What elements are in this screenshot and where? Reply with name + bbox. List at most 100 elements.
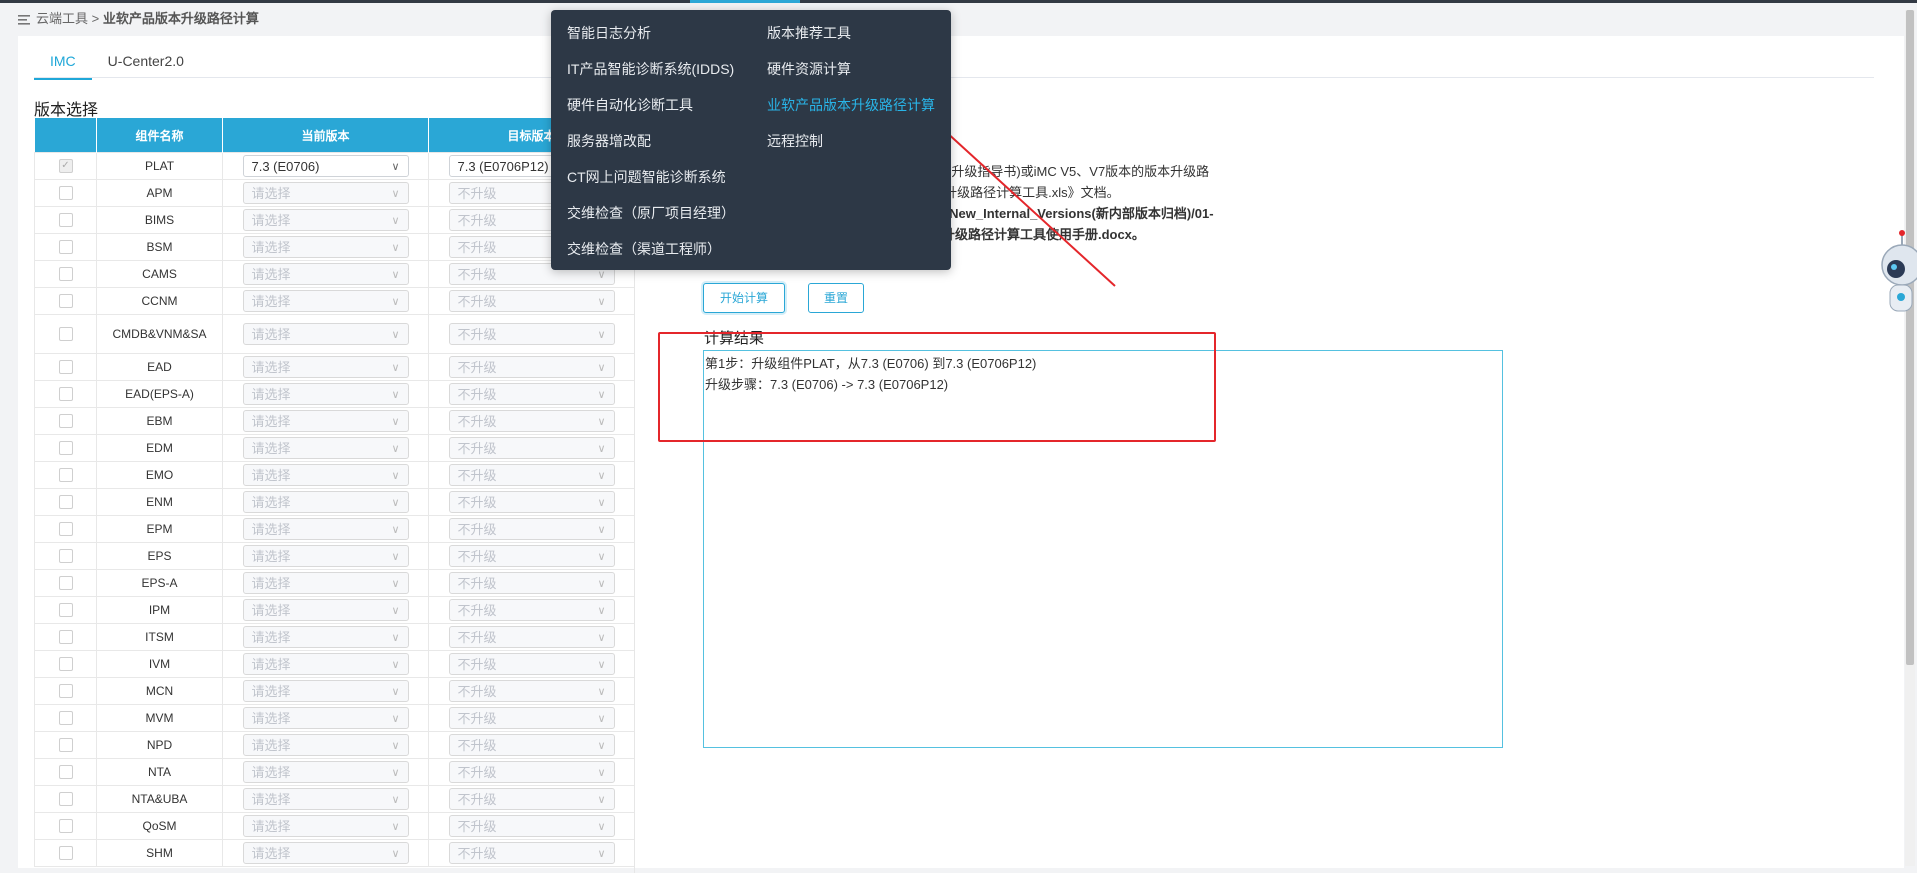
target-version-select[interactable]: 不升级 ∨	[448, 437, 615, 459]
menu-item-hw-diagnosis[interactable]: 硬件自动化诊断工具	[567, 95, 693, 115]
target-version-select[interactable]: 不升级 ∨	[448, 290, 615, 312]
current-version-cell: 请选择 ∨	[222, 206, 429, 234]
row-checkbox[interactable]	[58, 495, 73, 510]
row-checkbox[interactable]	[58, 186, 73, 201]
tab-imc[interactable]: IMC	[34, 48, 92, 80]
row-checkbox[interactable]	[58, 738, 73, 753]
target-version-select[interactable]: 不升级 ∨	[448, 323, 615, 345]
scrollbar-thumb[interactable]	[1906, 10, 1914, 665]
current-version-select[interactable]: 请选择 ∨	[242, 182, 409, 204]
current-version-select[interactable]: 7.3 (E0706) ∨	[242, 155, 409, 177]
row-checkbox[interactable]	[58, 630, 73, 645]
row-checkbox[interactable]	[58, 387, 73, 402]
target-version-select[interactable]: 不升级 ∨	[448, 653, 615, 675]
menu-item-handover-pm[interactable]: 交维检查（原厂项目经理）	[567, 203, 735, 223]
row-checkbox-cell	[34, 542, 97, 570]
row-checkbox[interactable]	[58, 603, 73, 618]
current-version-select[interactable]: 请选择 ∨	[242, 209, 409, 231]
row-checkbox[interactable]	[58, 711, 73, 726]
current-version-select[interactable]: 请选择 ∨	[242, 545, 409, 567]
menu-item-remote-control[interactable]: 远程控制	[767, 131, 823, 151]
version-table-container[interactable]: 组件名称 当前版本 目标版本 ✓ PLAT 7.3 (E0706) ∨ 7.3 (E07…	[34, 118, 635, 873]
row-checkbox[interactable]	[58, 360, 73, 375]
current-version-select[interactable]: 请选择 ∨	[242, 437, 409, 459]
assistant-robot-icon[interactable]	[1868, 225, 1917, 330]
current-version-select[interactable]: 请选择 ∨	[242, 491, 409, 513]
current-version-select[interactable]: 请选择 ∨	[242, 707, 409, 729]
component-name: APM	[96, 179, 223, 207]
target-version-select[interactable]: 不升级 ∨	[448, 707, 615, 729]
start-calculation-button[interactable]: 开始计算	[703, 283, 785, 313]
target-version-select[interactable]: 不升级 ∨	[448, 734, 615, 756]
menu-item-upgrade-path[interactable]: 业软产品版本升级路径计算	[767, 95, 935, 115]
tab-u-center[interactable]: U-Center2.0	[92, 48, 200, 78]
row-checkbox[interactable]	[58, 792, 73, 807]
current-version-select[interactable]: 请选择 ∨	[242, 290, 409, 312]
current-version-select[interactable]: 请选择 ∨	[242, 842, 409, 864]
current-version-select[interactable]: 请选择 ∨	[242, 653, 409, 675]
row-checkbox[interactable]	[58, 657, 73, 672]
menu-item-log-analysis[interactable]: 智能日志分析	[567, 23, 651, 43]
result-box[interactable]: 第1步：升级组件PLAT，从7.3 (E0706) 到7.3 (E0706P12…	[703, 350, 1503, 748]
target-version-select[interactable]: 不升级 ∨	[448, 410, 615, 432]
current-version-select[interactable]: 请选择 ∨	[242, 761, 409, 783]
row-checkbox[interactable]	[58, 819, 73, 834]
current-version-select[interactable]: 请选择 ∨	[242, 599, 409, 621]
target-version-select[interactable]: 不升级 ∨	[448, 572, 615, 594]
current-version-select[interactable]: 请选择 ∨	[242, 572, 409, 594]
current-version-select[interactable]: 请选择 ∨	[242, 518, 409, 540]
current-version-select[interactable]: 请选择 ∨	[242, 815, 409, 837]
row-checkbox[interactable]	[58, 294, 73, 309]
target-version-select[interactable]: 不升级 ∨	[448, 518, 615, 540]
menu-lines-icon[interactable]	[18, 14, 30, 25]
row-checkbox[interactable]	[58, 549, 73, 564]
menu-item-server-config[interactable]: 服务器增改配	[567, 131, 651, 151]
current-version-select[interactable]: 请选择 ∨	[242, 383, 409, 405]
current-version-select[interactable]: 请选择 ∨	[242, 236, 409, 258]
row-checkbox[interactable]	[58, 765, 73, 780]
breadcrumb-parent[interactable]: 云端工具	[36, 11, 88, 26]
target-version-select[interactable]: 不升级 ∨	[448, 383, 615, 405]
target-version-select[interactable]: 不升级 ∨	[448, 626, 615, 648]
menu-item-version-recommend[interactable]: 版本推荐工具	[767, 23, 851, 43]
current-version-select[interactable]: 请选择 ∨	[242, 788, 409, 810]
current-version-select[interactable]: 请选择 ∨	[242, 410, 409, 432]
row-checkbox[interactable]	[58, 327, 73, 342]
page-scrollbar[interactable]	[1905, 10, 1915, 866]
current-version-select[interactable]: 请选择 ∨	[242, 323, 409, 345]
current-version-select[interactable]: 请选择 ∨	[242, 263, 409, 285]
target-version-select[interactable]: 不升级 ∨	[448, 680, 615, 702]
target-version-select[interactable]: 不升级 ∨	[448, 815, 615, 837]
row-checkbox[interactable]	[58, 267, 73, 282]
row-checkbox[interactable]: ✓	[58, 159, 73, 174]
target-version-select[interactable]: 不升级 ∨	[448, 356, 615, 378]
target-version-select[interactable]: 不升级 ∨	[448, 491, 615, 513]
row-checkbox[interactable]	[58, 576, 73, 591]
target-version-select[interactable]: 不升级 ∨	[448, 842, 615, 864]
row-checkbox[interactable]	[58, 684, 73, 699]
current-version-select[interactable]: 请选择 ∨	[242, 626, 409, 648]
menu-item-handover-channel[interactable]: 交维检查（渠道工程师）	[567, 239, 721, 259]
current-version-select[interactable]: 请选择 ∨	[242, 356, 409, 378]
row-checkbox[interactable]	[58, 441, 73, 456]
menu-item-idds[interactable]: IT产品智能诊断系统(IDDS)	[567, 59, 734, 79]
row-checkbox[interactable]	[58, 213, 73, 228]
current-version-select[interactable]: 请选择 ∨	[242, 680, 409, 702]
target-version-value: 不升级	[457, 522, 497, 537]
target-version-select[interactable]: 不升级 ∨	[448, 599, 615, 621]
table-row: ✓ PLAT 7.3 (E0706) ∨ 7.3 (E0706P12) ∨	[34, 152, 634, 180]
row-checkbox[interactable]	[58, 846, 73, 861]
target-version-select[interactable]: 不升级 ∨	[448, 545, 615, 567]
row-checkbox[interactable]	[58, 468, 73, 483]
row-checkbox[interactable]	[58, 414, 73, 429]
menu-item-hw-resource[interactable]: 硬件资源计算	[767, 59, 851, 79]
row-checkbox[interactable]	[58, 240, 73, 255]
reset-button[interactable]: 重置	[808, 283, 864, 313]
current-version-select[interactable]: 请选择 ∨	[242, 734, 409, 756]
current-version-select[interactable]: 请选择 ∨	[242, 464, 409, 486]
target-version-select[interactable]: 不升级 ∨	[448, 464, 615, 486]
target-version-select[interactable]: 不升级 ∨	[448, 761, 615, 783]
menu-item-ct-diagnosis[interactable]: CT网上问题智能诊断系统	[567, 167, 726, 187]
row-checkbox[interactable]	[58, 522, 73, 537]
target-version-select[interactable]: 不升级 ∨	[448, 788, 615, 810]
